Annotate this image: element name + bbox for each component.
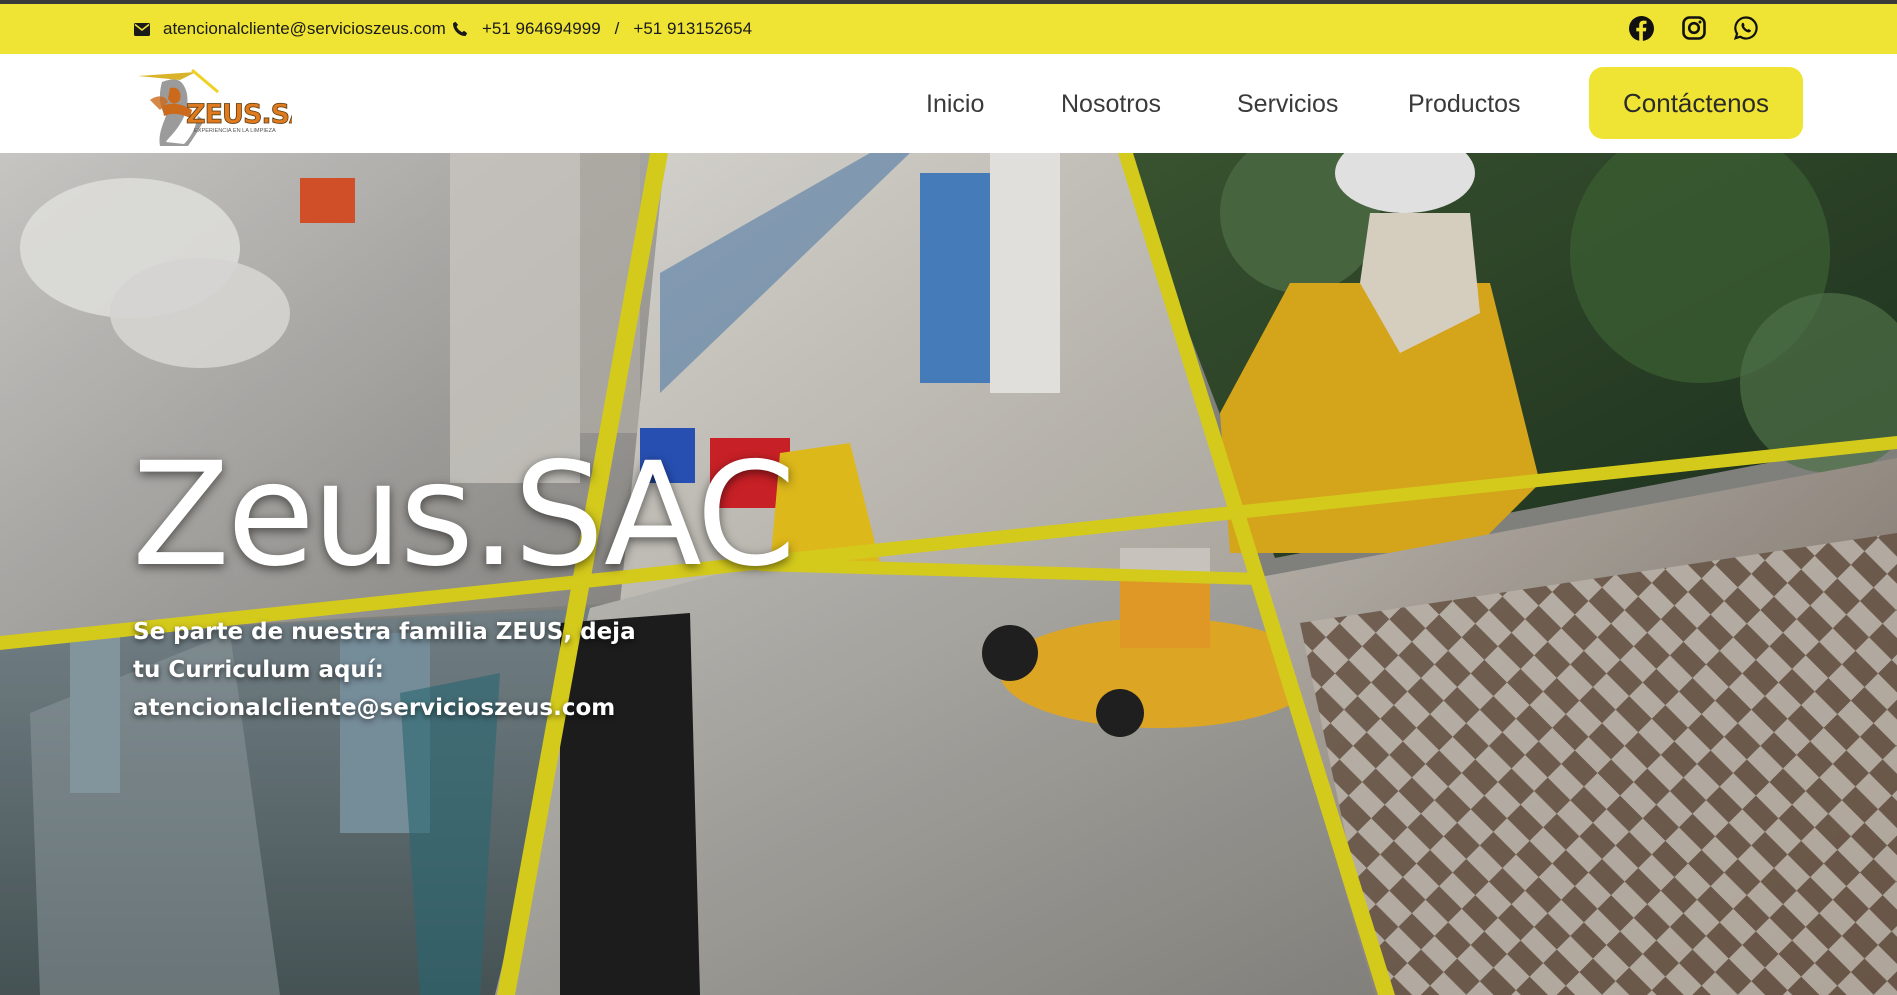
whatsapp-icon[interactable]: [1733, 15, 1759, 41]
instagram-icon[interactable]: [1681, 15, 1707, 41]
main-navbar: ZEUS.SAC EXPERIENCIA EN LA LIMPIEZA Inic…: [0, 54, 1897, 153]
hero-title: Zeus.SAC: [132, 431, 796, 598]
logo[interactable]: ZEUS.SAC EXPERIENCIA EN LA LIMPIEZA: [132, 66, 329, 148]
nav-productos[interactable]: Productos: [1408, 88, 1521, 120]
hero-banner: Zeus.SAC Se parte de nuestra familia ZEU…: [0, 153, 1897, 995]
facebook-icon[interactable]: [1628, 15, 1654, 41]
phone-separator: /: [614, 19, 620, 38]
logo-tagline: EXPERIENCIA EN LA LIMPIEZA: [194, 128, 276, 134]
contact-button[interactable]: Contáctenos: [1589, 67, 1803, 139]
envelope-icon: [134, 22, 150, 36]
phone-1-text: +51 964694999: [482, 19, 601, 38]
phone-contact[interactable]: +51 964694999 / +51 913152654: [452, 4, 752, 54]
hero-subtitle: Se parte de nuestra familia ZEUS, deja t…: [133, 619, 636, 721]
logo-text: ZEUS.SAC: [186, 99, 292, 130]
phone-icon: [452, 21, 468, 37]
nav-nosotros[interactable]: Nosotros: [1061, 88, 1161, 120]
contact-topbar: atencionalcliente@servicioszeus.com +51 …: [0, 4, 1897, 54]
nav-servicios[interactable]: Servicios: [1237, 88, 1338, 120]
phone-2-text: +51 913152654: [633, 19, 753, 38]
email-text: atencionalcliente@servicioszeus.com: [163, 19, 446, 38]
email-contact[interactable]: atencionalcliente@servicioszeus.com: [134, 4, 446, 54]
nav-inicio[interactable]: Inicio: [926, 88, 984, 120]
